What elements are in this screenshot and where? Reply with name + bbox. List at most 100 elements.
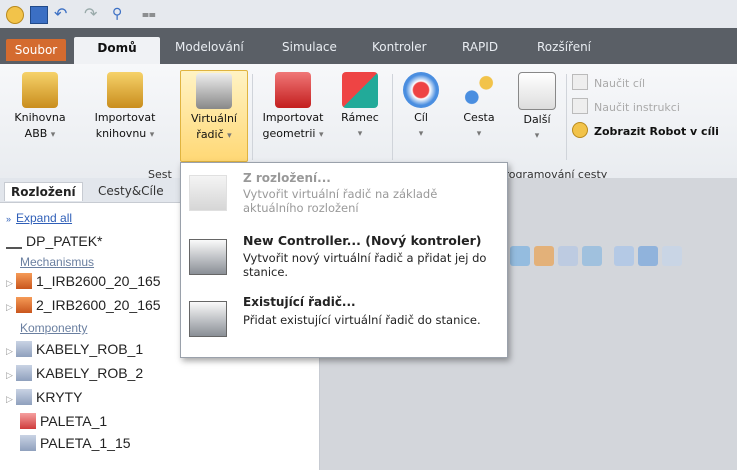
virtual-controller-icon (196, 73, 232, 109)
library-icon (22, 72, 58, 108)
import-library-icon (107, 72, 143, 108)
tab-home[interactable]: Domů (74, 37, 160, 64)
button-label: Importovat (94, 111, 156, 124)
part-icon (20, 435, 36, 451)
button-label: Zobrazit Robot v cíli (594, 125, 719, 138)
button-sublabel: řadič (196, 128, 224, 141)
tree-item[interactable]: ▷ KRYTY (6, 386, 82, 408)
view-tool-icon[interactable] (534, 246, 554, 266)
tree-item[interactable]: ▷ 1_IRB2600_20_165 (6, 270, 161, 292)
tab-file[interactable]: Soubor (6, 39, 66, 61)
expand-all-link[interactable]: » Expand all (6, 206, 72, 228)
more-button[interactable]: Další ▾ (512, 72, 562, 144)
tree-item[interactable]: ▷ 2_IRB2600_20_165 (6, 294, 161, 316)
button-sublabel: knihovnu (95, 127, 147, 140)
button-label: Naučit cíl (594, 77, 646, 90)
controller-from-layout-icon (189, 175, 227, 211)
zoom-icon[interactable]: ⚲ (112, 6, 128, 22)
view-tool-icon[interactable] (638, 246, 658, 266)
button-label: Importovat (262, 111, 324, 124)
menu-item-description: Vytvořit virtuální řadič na základě aktu… (243, 187, 438, 215)
menu-item-new-controller[interactable]: New Controller... (Nový kontroler) Vytvo… (181, 233, 507, 293)
tree-station-node[interactable]: DP_PATEK* (6, 230, 103, 252)
menu-item-title: New Controller... (Nový kontroler) (243, 233, 482, 248)
menu-item-description: Přidat existující virtuální řadič do sta… (243, 313, 481, 327)
tab-rapid[interactable]: RAPID (462, 36, 498, 64)
ribbon-separator (566, 74, 567, 160)
tree-item-label: PALETA_1 (40, 413, 108, 429)
expand-arrow-icon: ▷ (6, 302, 13, 312)
import-library-button[interactable]: Importovat knihovnu ▾ (86, 72, 164, 143)
expand-all-label: Expand all (16, 211, 73, 225)
import-geometry-button[interactable]: Importovat geometrii ▾ (254, 72, 332, 143)
robot-studio-logo-icon[interactable] (6, 6, 24, 24)
button-label: Knihovna (14, 111, 66, 124)
tree-item-label: 2_IRB2600_20_165 (36, 297, 161, 313)
target-button[interactable]: Cíl ▾ (396, 72, 446, 142)
redo-icon[interactable]: ↷ (84, 6, 100, 22)
button-sublabel: geometrii (262, 127, 316, 140)
show-robot-at-target-button[interactable]: Zobrazit Robot v cíli (572, 122, 719, 140)
tab-controller[interactable]: Kontroler (372, 36, 427, 64)
customize-icon[interactable]: ⩵ (142, 6, 158, 22)
new-controller-icon (189, 239, 227, 275)
component-icon (16, 365, 32, 381)
menu-item-from-layout[interactable]: Z rozložení... Vytvořit virtuální řadič … (181, 169, 507, 225)
virtual-controller-menu: Z rozložení... Vytvořit virtuální řadič … (180, 162, 508, 358)
menu-item-existing-controller[interactable]: Existující řadič... Přidat existující vi… (181, 295, 507, 351)
teach-target-button[interactable]: Naučit cíl (572, 74, 645, 92)
target-icon (403, 72, 439, 108)
station-label: DP_PATEK* (26, 233, 103, 249)
robot-target-icon (572, 122, 588, 138)
tree-item-label: KABELY_ROB_2 (36, 365, 144, 381)
view-tool-icon[interactable] (558, 246, 578, 266)
tree-item-label: KRYTY (36, 389, 83, 405)
button-label: Cíl (414, 111, 428, 124)
virtual-controller-button[interactable]: Virtuální řadič ▾ (180, 70, 248, 162)
path-button[interactable]: Cesta ▾ (452, 72, 506, 142)
ribbon-separator (252, 74, 253, 160)
button-label: Rámec (341, 111, 379, 124)
robot-icon (16, 273, 32, 289)
import-geometry-icon (275, 72, 311, 108)
expand-arrow-icon: ▷ (6, 278, 13, 288)
tree-item-label: KABELY_ROB_1 (36, 341, 144, 357)
tree-item-label: PALETA_1_15 (40, 435, 131, 451)
frame-button[interactable]: Rámec ▾ (336, 72, 384, 142)
quick-access-toolbar: ↶ ↷ ⚲ ⩵ (0, 0, 737, 29)
tab-simulation[interactable]: Simulace (282, 36, 337, 64)
tab-extensions[interactable]: Rozšíření (537, 36, 591, 64)
view-tool-icon[interactable] (614, 246, 634, 266)
abb-library-button[interactable]: Knihovna ABB ▾ (4, 72, 76, 143)
tab-layout[interactable]: Rozložení (4, 182, 83, 201)
tab-modeling[interactable]: Modelování (175, 36, 244, 64)
save-icon[interactable] (30, 6, 48, 24)
undo-icon[interactable]: ↶ (54, 6, 70, 22)
teach-target-icon (572, 74, 588, 90)
category-label: Mechanismus (20, 255, 95, 269)
tree-category-mechanism: Mechanismus (20, 250, 94, 272)
expand-all-icon: » (6, 214, 12, 224)
menu-item-description: Vytvořit nový virtuální řadič a přidat j… (243, 251, 487, 279)
menu-item-title: Z rozložení... (243, 171, 331, 185)
expand-arrow-icon: ▷ (6, 346, 13, 356)
tree-item[interactable]: PALETA_1_15 (20, 432, 131, 454)
tree-category-components: Komponenty (20, 316, 87, 338)
ribbon-separator (392, 74, 393, 160)
tree-item[interactable]: ▷ KABELY_ROB_1 (6, 338, 143, 360)
view-tool-icon[interactable] (582, 246, 602, 266)
frame-icon (342, 72, 378, 108)
part-icon (20, 413, 36, 429)
component-icon (16, 389, 32, 405)
teach-instruction-icon (572, 98, 588, 114)
existing-controller-icon (189, 301, 227, 337)
tab-paths-targets[interactable]: Cesty&Cíle (98, 182, 164, 200)
tree-item[interactable]: ▷ KABELY_ROB_2 (6, 362, 143, 384)
expand-arrow-icon: ▷ (6, 394, 13, 404)
view-tool-icon[interactable] (662, 246, 682, 266)
more-icon (518, 72, 556, 110)
teach-instruction-button[interactable]: Naučit instrukci (572, 98, 680, 116)
view-tool-icon[interactable] (510, 246, 530, 266)
ribbon-tabs: Soubor Domů Modelování Simulace Kontrole… (0, 28, 737, 64)
tree-item[interactable]: PALETA_1 (20, 410, 107, 432)
